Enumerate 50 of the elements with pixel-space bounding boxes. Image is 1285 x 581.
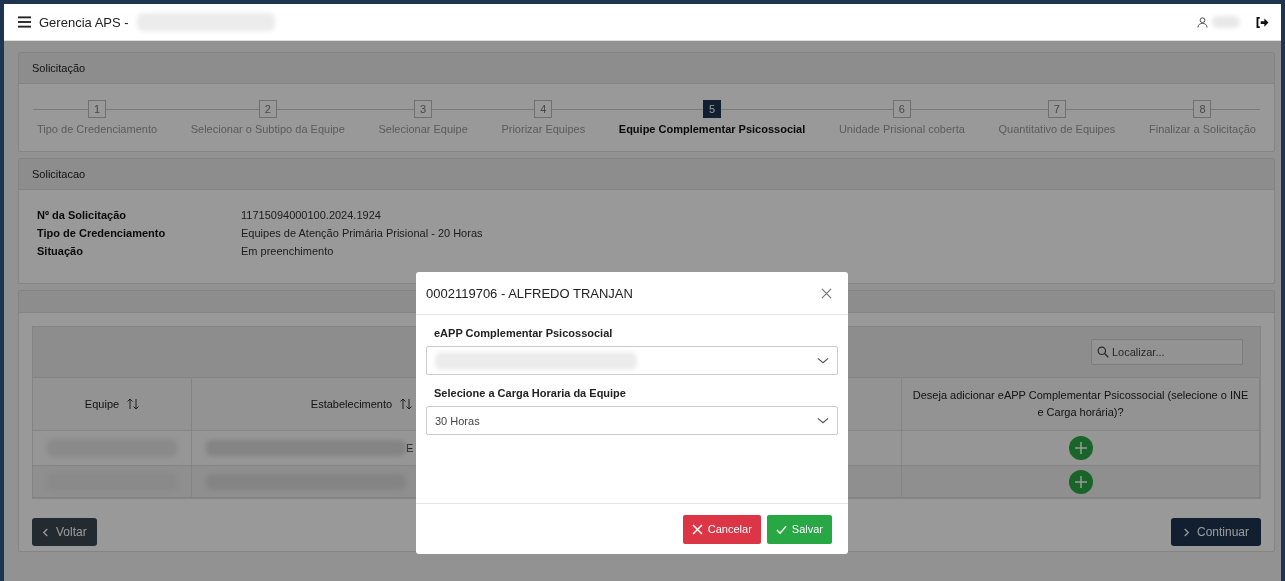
chevron-left-icon [42, 527, 49, 537]
field-label: eAPP Complementar Psicossocial [434, 327, 614, 339]
chevron-down-icon [817, 357, 829, 364]
column-header: Equipe [33, 378, 192, 431]
step-number[interactable]: 5 [703, 100, 722, 118]
dialog-title: 0002119706 - ALFREDO TRANJAN [426, 285, 633, 301]
step-label[interactable]: Unidade Prisional coberta [838, 123, 965, 135]
sort-icon[interactable] [400, 398, 413, 410]
step-number[interactable]: 6 [892, 100, 911, 118]
panel-title: Solicitação [32, 62, 86, 74]
save-button[interactable]: Salvar [766, 514, 832, 544]
add-button[interactable] [1068, 436, 1093, 460]
field-label: Tipo de Credenciamento [37, 227, 167, 239]
chevron-right-icon [1182, 527, 1190, 537]
cancel-button[interactable]: Cancelar [682, 514, 761, 544]
step-label[interactable]: Selecionar Equipe [378, 123, 468, 135]
user-icon[interactable] [1197, 16, 1208, 28]
back-button[interactable]: Voltar [32, 518, 97, 546]
step-number[interactable]: 8 [1193, 100, 1212, 118]
step-number[interactable]: 2 [258, 100, 277, 118]
sort-icon[interactable] [127, 398, 140, 410]
panel-title: Solicitacao [32, 168, 86, 180]
column-header: Deseja adicionar eAPP Complementar Psicossocial (selecione o INE e Carga horária)? [902, 378, 1260, 431]
step-number[interactable]: 3 [414, 100, 433, 118]
step-label[interactable]: Quantitativo de Equipes [998, 123, 1116, 135]
field-label: Situação [37, 245, 84, 257]
step-label[interactable]: Tipo de Credenciamento [37, 123, 158, 135]
field-value: Equipes de Atenção Primária Prisional - 20 Horas [241, 227, 484, 239]
select-field[interactable]: 30 Horas [426, 406, 838, 435]
step-number[interactable]: 4 [534, 100, 553, 118]
menu-icon[interactable] [18, 16, 31, 28]
search-field[interactable]: Localizar... [1091, 339, 1243, 365]
continue-button[interactable]: Continuar [1170, 518, 1261, 546]
cell-text: E [406, 442, 414, 454]
close-icon [691, 523, 703, 535]
step-number[interactable]: 7 [1047, 100, 1066, 118]
check-icon [775, 523, 787, 535]
search-icon [1097, 346, 1109, 358]
step-label[interactable]: Priorizar Equipes [501, 123, 586, 135]
field-value: Em preenchimento [241, 245, 335, 257]
field-label: Nº da Solicitação [37, 209, 127, 221]
step-label[interactable]: Equipe Complementar Psicossocial [618, 123, 806, 135]
chevron-down-icon [817, 417, 829, 424]
select-field[interactable] [426, 346, 838, 375]
logout-icon[interactable] [1256, 16, 1269, 28]
app-title: Gerencia APS - [39, 14, 129, 30]
field-value: 11715094000100.2024.1924 [241, 209, 382, 221]
step-label[interactable]: Finalizar a Solicitação [1148, 123, 1256, 135]
close-icon[interactable] [821, 287, 832, 299]
step-number[interactable]: 1 [88, 100, 107, 118]
